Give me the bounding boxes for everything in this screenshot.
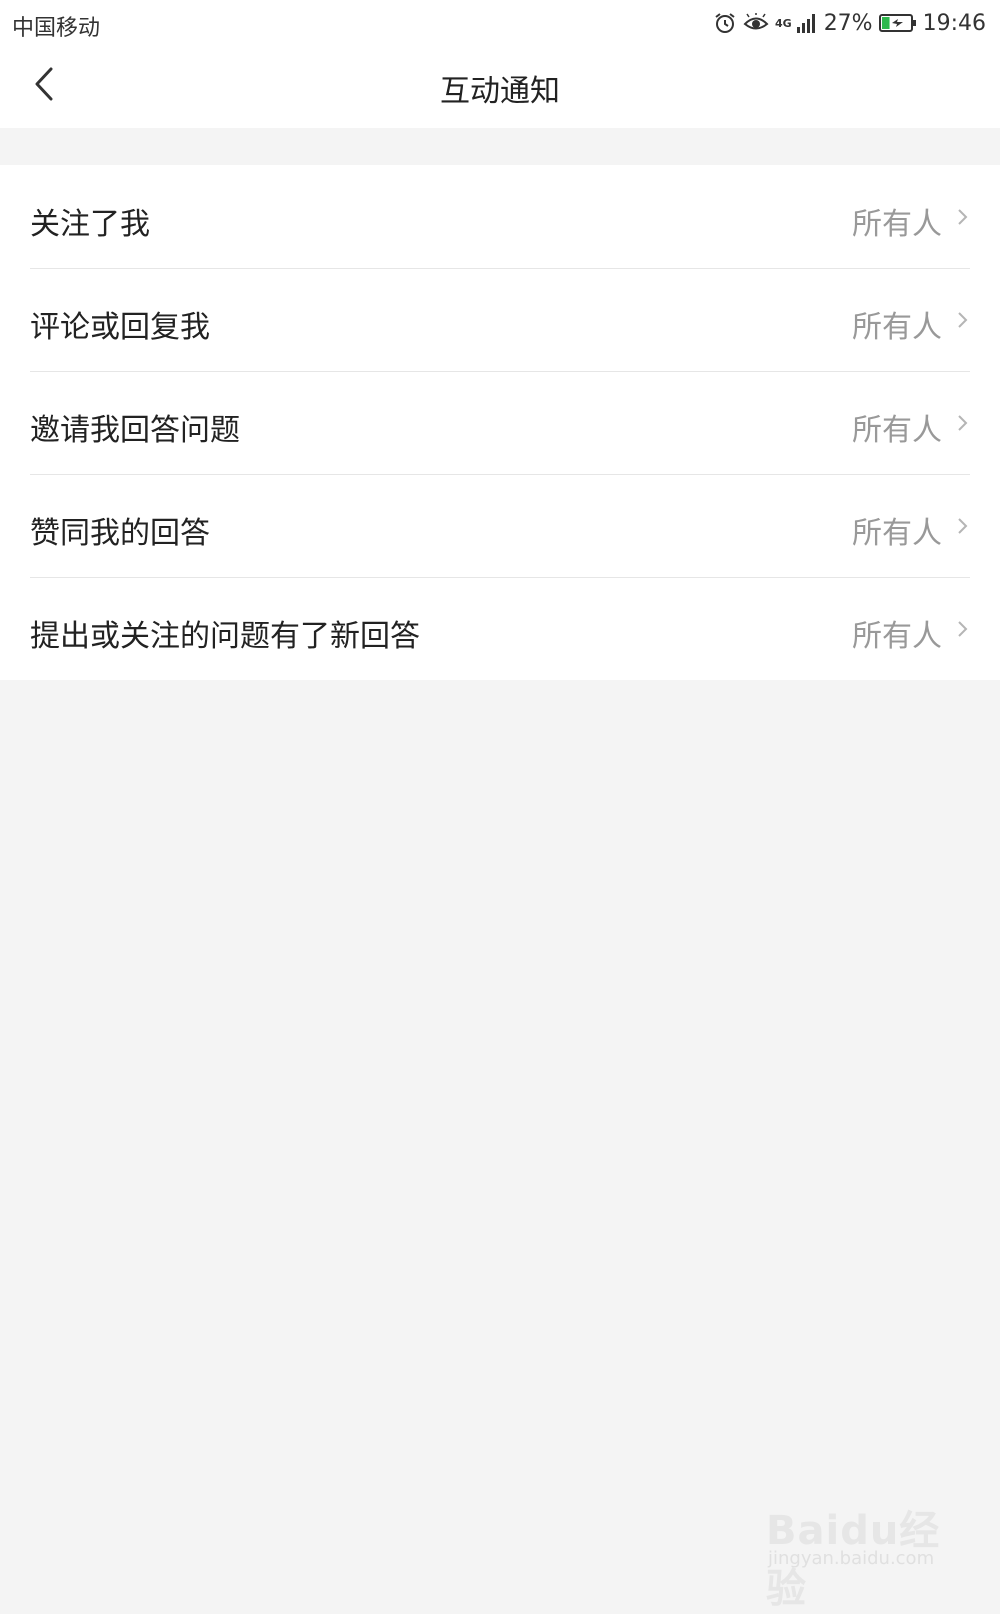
status-bar: 中国移动 4G 27% 19:46 xyxy=(0,0,1000,46)
setting-label: 提出或关注的问题有了新回答 xyxy=(30,619,420,654)
alarm-icon xyxy=(713,11,737,35)
nav-header: 互动通知 xyxy=(0,46,1000,128)
signal-icon xyxy=(796,12,818,34)
setting-row-comment-reply[interactable]: 评论或回复我 所有人 xyxy=(0,268,1000,371)
setting-label: 赞同我的回答 xyxy=(30,516,210,551)
setting-row-follow-me[interactable]: 关注了我 所有人 xyxy=(0,165,1000,268)
settings-list: 关注了我 所有人 评论或回复我 所有人 邀请我回答问题 所有人 赞同我的回答 所… xyxy=(0,165,1000,680)
setting-value: 所有人 xyxy=(852,413,942,448)
carrier-name: 中国移动 xyxy=(12,16,101,41)
setting-row-invite-answer[interactable]: 邀请我回答问题 所有人 xyxy=(0,371,1000,474)
battery-percent: 27% xyxy=(823,10,873,36)
watermark-url: jingyan.baidu.com xyxy=(768,1548,935,1569)
chevron-right-icon xyxy=(958,415,968,431)
chevron-right-icon xyxy=(958,518,968,534)
setting-value: 所有人 xyxy=(852,310,942,345)
watermark: Baidu经验 jingyan.baidu.com xyxy=(760,1490,960,1612)
status-icons: 4G 27% 19:46 xyxy=(713,8,986,38)
eye-icon xyxy=(743,13,769,33)
chevron-right-icon xyxy=(958,312,968,328)
setting-value: 所有人 xyxy=(852,619,942,654)
clock-time: 19:46 xyxy=(922,10,986,36)
setting-value: 所有人 xyxy=(852,516,942,551)
setting-value: 所有人 xyxy=(852,207,942,242)
setting-label: 邀请我回答问题 xyxy=(30,413,240,448)
setting-label: 关注了我 xyxy=(30,207,150,242)
page-title: 互动通知 xyxy=(440,74,560,109)
setting-row-upvote-answer[interactable]: 赞同我的回答 所有人 xyxy=(0,474,1000,577)
setting-label: 评论或回复我 xyxy=(30,310,210,345)
battery-charging-icon xyxy=(878,13,917,33)
chevron-right-icon xyxy=(958,209,968,225)
network-type-label: 4G xyxy=(775,16,792,30)
chevron-right-icon xyxy=(958,621,968,637)
setting-row-new-answer[interactable]: 提出或关注的问题有了新回答 所有人 xyxy=(0,577,1000,680)
